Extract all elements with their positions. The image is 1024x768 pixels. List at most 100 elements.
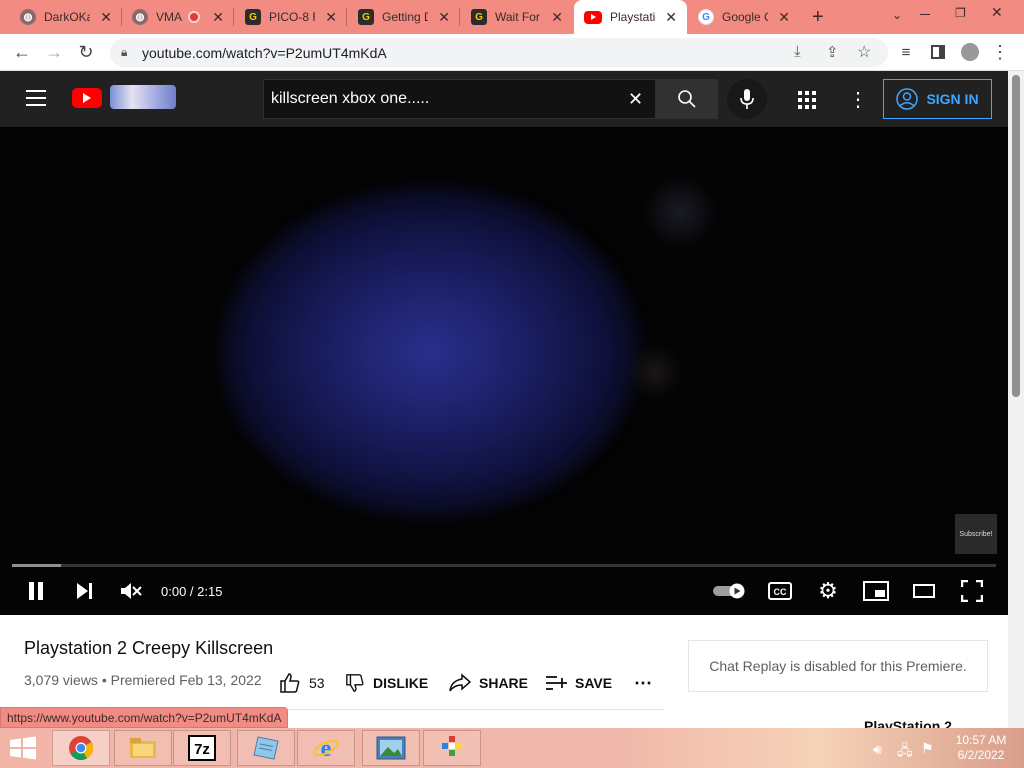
tab-search-chevron-down-icon[interactable]: ⌄ xyxy=(892,8,902,22)
autoplay-toggle[interactable] xyxy=(711,577,747,605)
next-button[interactable] xyxy=(72,577,96,605)
settings-kebab-icon[interactable]: ⋮ xyxy=(848,87,868,112)
theater-mode-icon xyxy=(913,584,935,598)
clear-search-icon[interactable]: ✕ xyxy=(628,89,643,110)
tab-separator xyxy=(233,8,234,26)
forward-arrow-icon[interactable]: → xyxy=(42,40,66,64)
new-tab-button[interactable]: + xyxy=(812,6,824,29)
minimize-button[interactable] xyxy=(920,14,930,15)
youtube-header: killscreen xbox one..... ✕ ⋮ SIGN IN xyxy=(0,71,1008,127)
reload-icon[interactable]: ↻ xyxy=(74,40,98,64)
chrome-icon[interactable] xyxy=(52,730,110,766)
search-input[interactable]: killscreen xbox one..... ✕ xyxy=(263,79,655,119)
tab-vma[interactable]: ◍ VMA ✕ xyxy=(122,0,234,34)
action-center-icon[interactable]: ⚑ xyxy=(921,740,934,757)
close-tab-icon[interactable]: ✕ xyxy=(778,9,790,26)
dislike-button[interactable]: DISLIKE xyxy=(345,672,428,694)
clock-date: 6/2/2022 xyxy=(957,748,1005,762)
like-count: 53 xyxy=(309,675,325,691)
system-clock[interactable]: 10:57 AM 6/2/2022 xyxy=(948,733,1014,763)
mute-button[interactable] xyxy=(118,577,144,605)
g-icon: G xyxy=(245,9,261,25)
youtube-icon xyxy=(584,10,602,24)
volume-icon[interactable]: 🔊︎ xyxy=(873,741,882,758)
svg-text:7z: 7z xyxy=(194,741,210,758)
captions-button[interactable]: CC xyxy=(767,577,793,605)
settings-button[interactable]: ⚙ xyxy=(815,577,841,605)
voice-search-button[interactable] xyxy=(727,79,767,119)
save-label: SAVE xyxy=(575,675,613,691)
close-tab-icon[interactable]: ✕ xyxy=(325,9,337,26)
close-tab-icon[interactable]: ✕ xyxy=(438,9,450,26)
media-control-icon[interactable]: ≡ xyxy=(894,40,918,64)
search-button[interactable] xyxy=(655,79,718,119)
bookmark-star-icon[interactable]: ☆ xyxy=(857,42,871,62)
pause-icon xyxy=(29,582,43,600)
like-button[interactable]: 53 xyxy=(279,672,325,694)
network-icon[interactable]: 🖧 xyxy=(897,740,913,764)
file-explorer-icon[interactable] xyxy=(114,730,172,766)
thumbs-up-icon xyxy=(280,673,300,693)
miniplayer-button[interactable] xyxy=(862,577,890,605)
tab-google[interactable]: G Google C ✕ xyxy=(688,0,800,34)
hamburger-menu-icon[interactable] xyxy=(26,90,46,106)
doodle-logo-icon[interactable] xyxy=(110,85,176,109)
page-scrollbar[interactable] xyxy=(1008,71,1024,728)
tab-getting[interactable]: G Getting D ✕ xyxy=(348,0,460,34)
tab-title: Getting D xyxy=(382,10,428,24)
restore-button[interactable]: ❐ xyxy=(955,6,966,20)
address-bar[interactable]: 🔒︎ youtube.com/watch?v=P2umUT4mKdA ⤓ ⇪ ☆ xyxy=(110,38,888,67)
video-player[interactable]: Subscribe! 0:00 / 2:15 CC ⚙ xyxy=(0,127,1008,615)
close-tab-icon[interactable]: ✕ xyxy=(212,9,224,26)
youtube-logo-icon[interactable] xyxy=(72,88,102,108)
subscribe-watermark[interactable]: Subscribe! xyxy=(955,514,997,554)
paint-icon[interactable] xyxy=(423,730,481,766)
share-icon[interactable]: ⇪ xyxy=(826,43,839,61)
scrollbar-thumb[interactable] xyxy=(1012,75,1020,397)
close-window-button[interactable]: ✕ xyxy=(991,4,1003,21)
tab-title: DarkOKa xyxy=(44,10,90,24)
internet-explorer-icon[interactable]: e xyxy=(297,730,355,766)
notepad-icon[interactable] xyxy=(237,730,295,766)
tab-playstation[interactable]: Playstatio ✕ xyxy=(574,0,687,34)
install-app-icon[interactable]: ⤓ xyxy=(794,43,801,60)
close-tab-icon[interactable]: ✕ xyxy=(665,9,677,26)
autoplay-toggle-icon xyxy=(713,583,745,599)
apps-grid-icon[interactable] xyxy=(798,91,816,109)
tab-darkoka[interactable]: ◍ DarkOKa ✕ xyxy=(10,0,122,34)
recording-icon xyxy=(188,11,200,23)
back-arrow-icon[interactable]: ← xyxy=(10,40,34,64)
7zip-icon[interactable]: 7z xyxy=(173,730,231,766)
playlist-add-icon xyxy=(546,676,567,690)
tab-title: Google C xyxy=(722,10,768,24)
more-actions-icon[interactable]: ⋯ xyxy=(634,672,652,694)
pause-button[interactable] xyxy=(24,577,48,605)
video-progress-bar[interactable] xyxy=(12,564,996,567)
save-button[interactable]: SAVE xyxy=(545,672,612,694)
video-frame-detail xyxy=(630,342,680,402)
tab-waitfor[interactable]: G Wait For ✕ xyxy=(461,0,573,34)
video-meta: 3,079 views • Premiered Feb 13, 2022 xyxy=(24,672,262,688)
lock-icon[interactable]: 🔒︎ xyxy=(121,45,127,60)
tab-pico8[interactable]: G PICO-8 F ✕ xyxy=(235,0,347,34)
muted-volume-icon xyxy=(121,583,142,599)
view-count: 3,079 views xyxy=(24,672,98,688)
close-tab-icon[interactable]: ✕ xyxy=(551,9,563,26)
windows-taskbar: 7z e 🔊︎ 🖧 ⚑ 10:57 AM 6/2/2022 xyxy=(0,728,1024,768)
fullscreen-button[interactable] xyxy=(958,577,986,605)
side-panel-icon[interactable] xyxy=(926,40,950,64)
photo-viewer-icon[interactable] xyxy=(362,730,420,766)
windows-start-icon[interactable] xyxy=(8,736,38,760)
menu-kebab-icon[interactable]: ⋮ xyxy=(988,40,1012,64)
sign-in-button[interactable]: SIGN IN xyxy=(883,79,992,119)
close-tab-icon[interactable]: ✕ xyxy=(100,9,112,26)
chat-replay-notice: Chat Replay is disabled for this Premier… xyxy=(688,640,988,692)
share-button[interactable]: SHARE xyxy=(449,672,528,694)
theater-mode-button[interactable] xyxy=(910,577,938,605)
url-text[interactable]: youtube.com/watch?v=P2umUT4mKdA xyxy=(142,45,387,61)
search-input-value[interactable]: killscreen xbox one..... xyxy=(271,90,429,108)
video-frame-image xyxy=(220,187,640,517)
tab-title: PICO-8 F xyxy=(269,10,315,24)
profile-avatar-icon[interactable] xyxy=(958,40,982,64)
thumbs-down-icon xyxy=(346,674,364,692)
